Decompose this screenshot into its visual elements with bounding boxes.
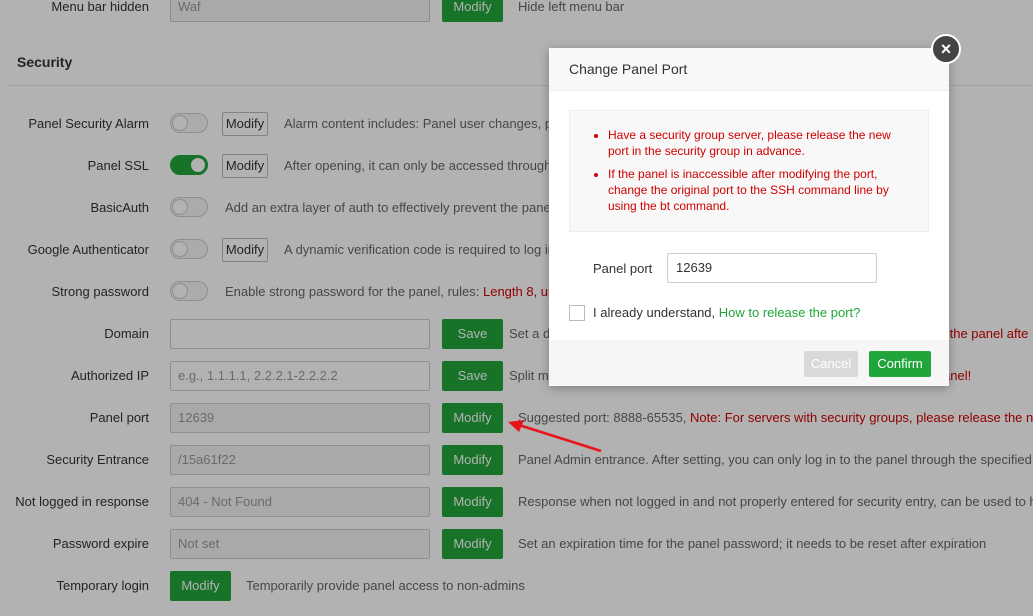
dialog-header: Change Panel Port xyxy=(549,48,949,91)
understand-checkbox[interactable] xyxy=(569,305,585,321)
dialog-title: Change Panel Port xyxy=(569,61,688,77)
notice-item: Have a security group server, please rel… xyxy=(608,127,912,159)
dialog-footer: Cancel Confirm xyxy=(549,340,949,386)
close-icon[interactable]: × xyxy=(931,34,961,64)
cancel-button[interactable]: Cancel xyxy=(804,351,858,377)
release-port-link[interactable]: How to release the port? xyxy=(719,305,861,320)
notice-item: If the panel is inaccessible after modif… xyxy=(608,166,912,214)
change-port-dialog: Change Panel Port Have a security group … xyxy=(549,48,949,386)
understand-text: I already understand, xyxy=(593,305,719,320)
understand-text-wrap: I already understand, How to release the… xyxy=(593,304,860,322)
port-label: Panel port xyxy=(593,261,653,276)
warning-notice: Have a security group server, please rel… xyxy=(569,110,929,232)
red-arrow-annotation xyxy=(508,420,602,453)
confirm-button[interactable]: Confirm xyxy=(869,351,931,377)
port-input[interactable]: 12639 xyxy=(667,253,877,283)
